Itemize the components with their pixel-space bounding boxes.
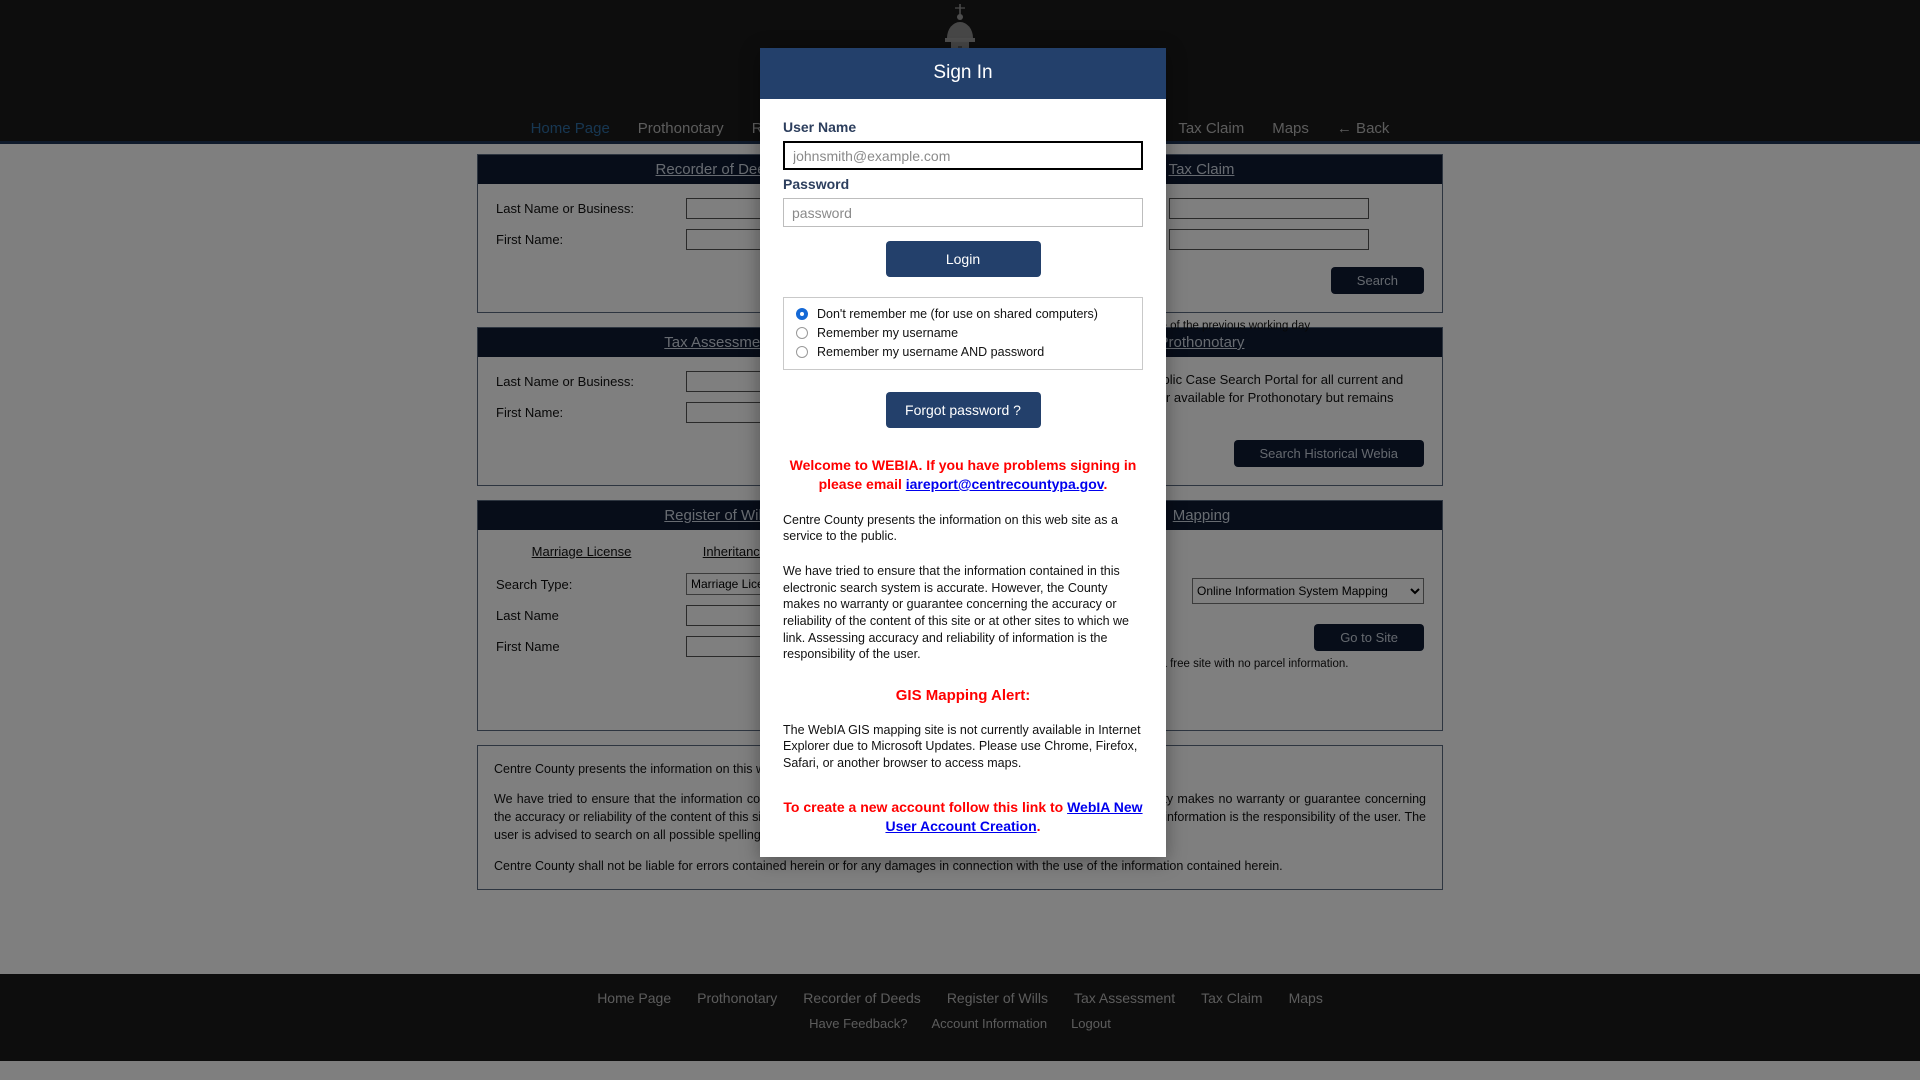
support-email-link[interactable]: iareport@centrecountypa.gov (906, 476, 1104, 492)
password-label: Password (783, 176, 850, 192)
welcome-alert-post: . (1103, 475, 1108, 492)
create-account-post: . (1036, 818, 1041, 835)
login-button[interactable]: Login (885, 241, 1041, 277)
modal-para-2: We have tried to ensure that the informa… (783, 564, 1130, 662)
create-account-pre: To create a new account follow this link… (783, 798, 1068, 815)
radio-option-remember-username[interactable]: Remember my username (796, 326, 1130, 340)
radio-remember-username-label: Remember my username (817, 326, 959, 340)
password-input[interactable] (783, 198, 1143, 227)
modal-body: User Name Password Login Don't remember … (760, 99, 1166, 857)
create-account-alert: To create a new account follow this link… (783, 798, 1143, 837)
radio-remember-username-password-label: Remember my username AND password (817, 345, 1045, 359)
radio-dont-remember-label: Don't remember me (for use on shared com… (817, 307, 1098, 321)
modal-para-1: Centre County presents the information o… (783, 512, 1118, 544)
gis-alert-title: GIS Mapping Alert: (895, 686, 1031, 704)
username-input[interactable] (783, 141, 1143, 170)
gis-alert-body: The WebIA GIS mapping site is not curren… (783, 722, 1141, 771)
welcome-alert: Welcome to WEBIA. If you have problems s… (783, 456, 1143, 494)
sign-in-modal: Sign In User Name Password Login Don't r… (760, 48, 1166, 857)
radio-remember-username-icon[interactable] (796, 327, 808, 339)
remember-options-group: Don't remember me (for use on shared com… (783, 297, 1143, 370)
radio-option-remember-username-password[interactable]: Remember my username AND password (796, 345, 1130, 359)
forgot-password-button[interactable]: Forgot password ? (885, 392, 1041, 428)
username-label: User Name (783, 119, 857, 135)
radio-option-dont-remember[interactable]: Don't remember me (for use on shared com… (796, 307, 1130, 321)
radio-remember-username-password-icon[interactable] (796, 346, 808, 358)
modal-title: Sign In (760, 48, 1166, 99)
radio-dont-remember-icon[interactable] (796, 308, 808, 320)
